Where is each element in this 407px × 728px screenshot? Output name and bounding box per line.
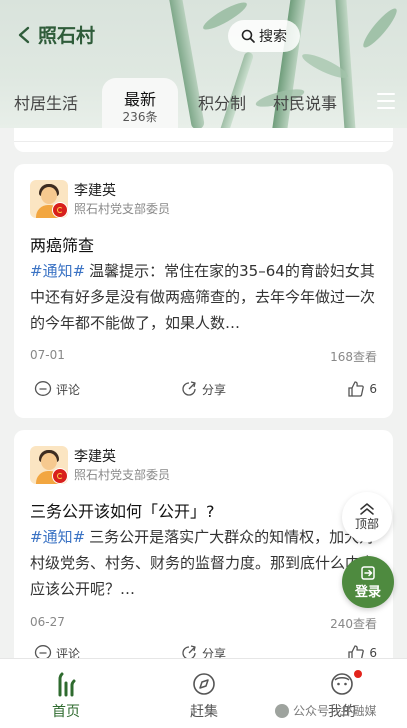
watermark: 公众号 · 井融媒 xyxy=(275,702,376,719)
post-card[interactable]: 李建英 照石村党支部委员 三务公开该如何「公开」? #通知# 三务公开是落实广大群… xyxy=(14,430,393,658)
nav-home[interactable]: 首页 xyxy=(26,671,106,721)
like-button[interactable]: 6 xyxy=(347,644,377,658)
tab-villager-talk[interactable]: 村民说事 xyxy=(273,90,337,114)
post-tag[interactable]: #通知# xyxy=(30,262,85,280)
tab-points-system[interactable]: 积分制 xyxy=(198,90,246,114)
comment-button[interactable]: 评论 xyxy=(34,644,80,658)
bamboo-home-icon xyxy=(58,672,76,697)
menu-icon[interactable] xyxy=(377,93,395,109)
post-tag[interactable]: #通知# xyxy=(30,528,85,546)
nav-market-label: 赶集 xyxy=(190,704,218,720)
thumbs-up-icon xyxy=(348,381,365,397)
tab-latest-label: 最新 xyxy=(123,90,156,109)
tab-village-life[interactable]: 村居生活 xyxy=(14,90,78,114)
like-button[interactable]: 6 xyxy=(347,380,377,398)
nav-market[interactable]: 赶集 xyxy=(164,671,244,721)
share-icon xyxy=(182,645,196,658)
divider xyxy=(14,141,393,142)
double-chevron-up-icon xyxy=(360,502,374,515)
post-body[interactable]: #通知# 三务公开是落实广大群众的知情权，加大对村级党务、村务、财务的监督力度。那… xyxy=(30,524,380,602)
author-role: 照石村党支部委员 xyxy=(74,202,171,216)
view-count: 168查看 xyxy=(330,350,377,364)
author-role: 照石村党支部委员 xyxy=(74,468,171,482)
comment-button[interactable]: 评论 xyxy=(34,380,80,398)
search-icon xyxy=(241,29,255,43)
post-date: 07-01 xyxy=(30,348,65,362)
back-button[interactable] xyxy=(14,22,34,48)
post-title[interactable]: 三务公开该如何「公开」? xyxy=(30,498,215,522)
village-title: 照石村 xyxy=(38,25,96,47)
header-banner: 照石村 搜索 村居生活 最新 236条 积分制 村民说事 xyxy=(0,0,407,128)
share-icon xyxy=(182,381,196,396)
login-button[interactable]: 登录 xyxy=(342,556,394,608)
user-face-icon xyxy=(331,673,353,695)
author-name[interactable]: 李建英 xyxy=(74,180,116,200)
view-count: 240查看 xyxy=(330,617,377,631)
search-label: 搜索 xyxy=(259,29,287,45)
post-title[interactable]: 两癌筛查 xyxy=(30,232,94,256)
login-icon xyxy=(361,565,375,580)
tab-latest-count: 236条 xyxy=(122,110,158,124)
party-badge-icon xyxy=(52,468,68,484)
leaf-decoration xyxy=(359,4,401,52)
scroll-to-top-button[interactable]: 顶部 xyxy=(342,492,392,542)
previous-card xyxy=(14,128,393,152)
scroll-to-top-label: 顶部 xyxy=(354,516,379,531)
search-button[interactable]: 搜索 xyxy=(228,20,300,52)
post-body[interactable]: #通知# 温馨提示：常住在家的35–64的育龄妇女其中还有好多是没有做两癌筛查的，… xyxy=(30,258,380,336)
comment-icon xyxy=(34,645,52,658)
login-label: 登录 xyxy=(354,584,381,600)
share-button[interactable]: 分享 xyxy=(180,644,226,658)
post-card[interactable]: 李建英 照石村党支部委员 两癌筛查 #通知# 温馨提示：常住在家的35–64的育龄… xyxy=(14,164,393,418)
author-name[interactable]: 李建英 xyxy=(74,446,116,466)
nav-home-label: 首页 xyxy=(52,704,80,720)
comment-icon xyxy=(34,381,52,396)
share-button[interactable]: 分享 xyxy=(180,380,226,398)
category-tabs: 村居生活 最新 236条 积分制 村民说事 xyxy=(0,78,407,128)
compass-icon xyxy=(193,673,215,695)
notification-dot xyxy=(354,670,362,678)
thumbs-up-icon xyxy=(348,645,365,658)
chevron-left-icon xyxy=(18,26,30,44)
party-badge-icon xyxy=(52,202,68,218)
wechat-icon xyxy=(275,703,289,718)
post-date: 06-27 xyxy=(30,615,65,629)
